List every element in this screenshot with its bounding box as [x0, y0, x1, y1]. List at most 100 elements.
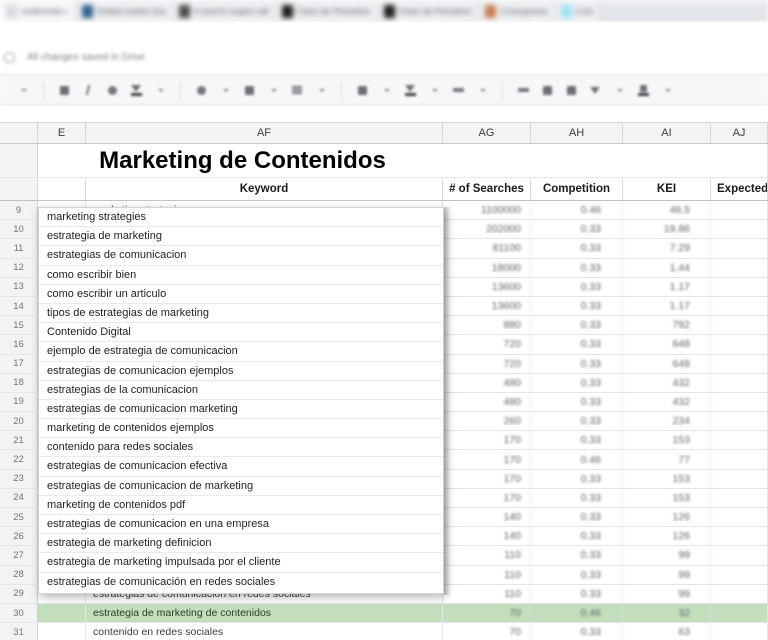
cell-kei[interactable]: 432	[623, 373, 711, 392]
cell-competition[interactable]: 0.33	[531, 508, 623, 527]
cell-keyword[interactable]: estrategia de marketing de contenidos	[86, 603, 443, 623]
suggestion-item[interactable]: como escribir bien	[39, 266, 443, 285]
cell-expected[interactable]	[711, 584, 768, 603]
cell-expected[interactable]	[711, 201, 768, 220]
cell-expected[interactable]	[711, 623, 768, 640]
cell-competition[interactable]: 0.33	[531, 412, 623, 431]
cell-expected[interactable]	[711, 239, 768, 258]
cell-competition[interactable]: 0.46	[531, 450, 623, 469]
cell-kei[interactable]: 792	[623, 316, 711, 335]
cell-competition[interactable]: 0.33	[531, 316, 623, 335]
toolbar-group-cell-format[interactable]	[184, 75, 338, 105]
cell-expected[interactable]	[711, 335, 768, 354]
cell-expected[interactable]	[711, 565, 768, 584]
cell-kei[interactable]: 63	[623, 623, 711, 640]
cell-kei[interactable]: 48.5	[623, 201, 711, 220]
cell-kei[interactable]: 1.17	[623, 277, 711, 296]
cell-expected[interactable]	[711, 277, 768, 296]
row-number[interactable]: 20	[0, 412, 38, 431]
cell-expected[interactable]	[711, 392, 768, 412]
strikethrough-icon[interactable]	[103, 81, 122, 100]
cell-searches[interactable]: 202000	[443, 220, 531, 239]
fill-color-caret-icon[interactable]	[216, 81, 235, 100]
cell-expected[interactable]	[711, 527, 768, 546]
font-size-caret-icon[interactable]	[14, 81, 33, 100]
row-number[interactable]: 21	[0, 431, 38, 450]
merge-cells-icon[interactable]	[288, 81, 307, 100]
horizontal-align-icon[interactable]	[353, 81, 372, 100]
row-number[interactable]: 23	[0, 469, 38, 488]
suggestion-item[interactable]: estrategias de comunicación en redes soc…	[39, 573, 443, 592]
row-number[interactable]: 17	[0, 354, 38, 373]
row-number[interactable]: 12	[0, 258, 38, 277]
cell-kei[interactable]: 99	[623, 546, 711, 565]
cell-competition[interactable]: 0.33	[531, 488, 623, 507]
cell-kei[interactable]: 19.86	[623, 220, 711, 239]
cell-searches[interactable]: 720	[443, 354, 531, 373]
cell-searches[interactable]: 170	[443, 450, 531, 469]
cell-competition[interactable]: 0.33	[531, 623, 623, 640]
row-number[interactable]: 27	[0, 546, 38, 565]
table-header-blank[interactable]	[38, 178, 86, 200]
column-header-AH[interactable]: AH	[531, 123, 623, 143]
text-color-caret-icon[interactable]	[151, 81, 170, 100]
column-header-row[interactable]: E AF AG AH AI AJ	[0, 122, 768, 144]
browser-tab[interactable]: multimedia c	[0, 1, 76, 21]
cell-searches[interactable]: 170	[443, 469, 531, 488]
cell-kei[interactable]: 126	[623, 527, 711, 546]
suggestion-item[interactable]: contenido para redes sociales	[39, 438, 443, 458]
browser-tab[interactable]: Clase de Periodism	[377, 1, 480, 21]
table-row[interactable]: 31 contenido en redes sociales 70 0.33 63	[0, 623, 768, 640]
suggestion-item[interactable]: estrategia de marketing definicion	[39, 534, 443, 554]
cell-competition[interactable]: 0.33	[531, 296, 623, 316]
cell-searches[interactable]: 110	[443, 565, 531, 584]
horizontal-align-caret-icon[interactable]	[377, 81, 396, 100]
suggestion-item[interactable]: estrategia de marketing	[39, 227, 443, 247]
suggestion-item[interactable]: estrategias de comunicacion efectiva	[39, 457, 443, 477]
row-number[interactable]: 10	[0, 220, 38, 239]
table-header-kei[interactable]: KEI	[623, 178, 711, 200]
vertical-align-caret-icon[interactable]	[425, 81, 444, 100]
suggestion-item[interactable]: como escribir un articulo	[39, 285, 443, 304]
cell-expected[interactable]	[711, 354, 768, 373]
browser-tab[interactable]: Global market sha	[75, 1, 173, 21]
cell-competition[interactable]: 0.33	[531, 392, 623, 412]
create-filter-caret-icon[interactable]	[610, 81, 629, 100]
column-header-AI[interactable]: AI	[623, 123, 711, 143]
table-header-searches[interactable]: # of Searches	[443, 178, 531, 200]
cell-expected[interactable]	[711, 373, 768, 392]
suggestion-item[interactable]: estrategias de comunicacion ejemplos	[39, 362, 443, 381]
italic-icon[interactable]	[79, 81, 98, 100]
cell-searches[interactable]: 480	[443, 392, 531, 412]
cell-keyword[interactable]: contenido en redes sociales	[86, 623, 443, 640]
cell-competition[interactable]: 0.46	[531, 201, 623, 220]
cell-kei[interactable]: 153	[623, 469, 711, 488]
table-header-expected[interactable]: Expected	[711, 178, 768, 200]
spreadsheet-grid[interactable]: E AF AG AH AI AJ Marketing de Contenidos…	[0, 106, 768, 640]
cell-searches[interactable]: 13600	[443, 277, 531, 296]
cell-kei[interactable]: 126	[623, 508, 711, 527]
text-color-icon[interactable]	[127, 81, 146, 100]
suggestion-item[interactable]: ejemplo de estrategia de comunicacion	[39, 342, 443, 362]
cell-kei[interactable]: 32	[623, 603, 711, 623]
keyword-autocomplete-overlay[interactable]: marketing strategies estrategia de market…	[38, 207, 444, 594]
row-number[interactable]: 24	[0, 488, 38, 507]
row-number[interactable]: 29	[0, 584, 38, 603]
row-number[interactable]: 15	[0, 316, 38, 335]
column-header-E[interactable]: E	[38, 123, 86, 143]
cell-expected[interactable]	[711, 258, 768, 277]
cell-searches[interactable]: 13600	[443, 296, 531, 316]
suggestion-item[interactable]: estrategias de comunicacion	[39, 246, 443, 266]
cell-expected[interactable]	[711, 469, 768, 488]
row-number[interactable]: 14	[0, 296, 38, 316]
cell-competition[interactable]: 0.33	[531, 584, 623, 603]
row-number[interactable]: 9	[0, 201, 38, 220]
cell-searches[interactable]: 260	[443, 412, 531, 431]
cell-searches[interactable]: 140	[443, 508, 531, 527]
suggestion-item[interactable]: marketing de contenidos ejemplos	[39, 419, 443, 439]
text-wrapping-icon[interactable]	[449, 81, 468, 100]
cell-expected[interactable]	[711, 316, 768, 335]
column-header-AJ[interactable]: AJ	[711, 123, 768, 143]
suggestion-item[interactable]: estrategia de marketing impulsada por el…	[39, 553, 443, 573]
cell-expected[interactable]	[711, 508, 768, 527]
